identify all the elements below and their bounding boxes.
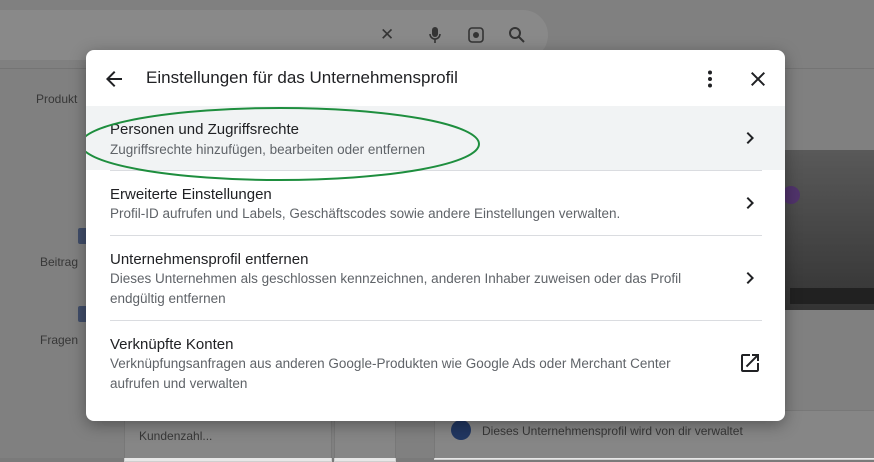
menu-item-title: Erweiterte Einstellungen (110, 186, 272, 203)
menu-item-title: Unternehmensprofil entfernen (110, 251, 309, 268)
menu-item-advanced-settings[interactable]: Erweiterte Einstellungen Profil-ID aufru… (86, 171, 785, 235)
menu-item-subtitle: Zugriffsrechte hinzufügen, bearbeiten od… (110, 142, 425, 157)
menu-item-title: Personen und Zugriffsrechte (110, 121, 300, 138)
menu-item-linked-accounts[interactable]: Verknüpfte Konten Verknüpfungsanfragen a… (86, 321, 785, 411)
close-icon (751, 72, 765, 86)
menu-item-subtitle: Verknüpfungsanfragen aus anderen Google-… (110, 356, 671, 391)
chevron-right-icon (746, 272, 754, 284)
menu-item-remove-profile[interactable]: Unternehmensprofil entfernen Dieses Unte… (86, 236, 785, 320)
dialog-header: Einstellungen für das Unternehmensprofil (86, 50, 785, 106)
open-in-new-icon (741, 354, 759, 372)
more-options-button[interactable] (698, 67, 722, 91)
dialog-title: Einstellungen für das Unternehmensprofil (146, 68, 458, 87)
chevron-right-icon (746, 132, 754, 144)
chevron-right-icon (746, 197, 754, 209)
menu-item-title: Verknüpfte Konten (110, 336, 234, 353)
more-vert-icon (708, 70, 712, 88)
settings-dialog: Einstellungen für das Unternehmensprofil… (86, 50, 785, 421)
arrow-back-icon (106, 71, 122, 87)
menu-item-subtitle: Profil-ID aufrufen und Labels, Geschäfts… (110, 206, 621, 221)
close-button[interactable] (746, 67, 770, 91)
menu-item-subtitle: Dieses Unternehmen als geschlossen kennz… (110, 271, 682, 306)
menu-item-people-access[interactable]: Personen und Zugriffsrechte Zugriffsrech… (86, 106, 785, 170)
back-button[interactable] (102, 67, 126, 91)
